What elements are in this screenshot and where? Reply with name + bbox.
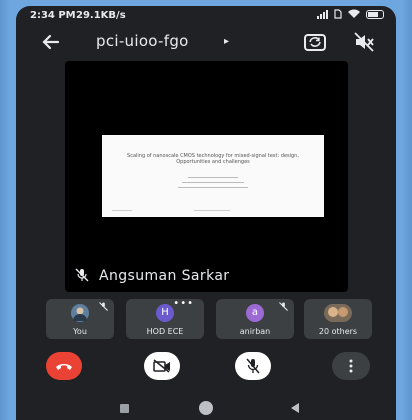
speaker-name: Angsuman Sarkar	[99, 268, 230, 284]
more-vert-icon	[349, 359, 353, 373]
mic-off-icon	[75, 268, 89, 282]
meeting-details-caret-icon[interactable]: ▸	[224, 36, 229, 47]
mic-toggle-button[interactable]	[235, 352, 271, 380]
status-time: 2:34 PM	[30, 10, 76, 21]
participant-tile-anirban[interactable]: a anirban	[216, 299, 294, 339]
mic-off-icon	[99, 302, 108, 311]
system-nav-bar	[16, 396, 396, 420]
back-arrow-icon[interactable]	[38, 30, 62, 54]
participant-name: HOD ECE	[146, 327, 184, 336]
group-photo-icon	[328, 307, 348, 317]
more-options-button[interactable]	[332, 352, 370, 380]
switch-camera-icon[interactable]	[302, 30, 328, 54]
end-call-button[interactable]	[46, 352, 82, 380]
camera-off-icon	[153, 359, 170, 373]
more-options-icon[interactable]: •••	[173, 298, 194, 309]
participant-strip: You H ••• HOD ECE a anirban 20 others	[46, 298, 372, 339]
camera-toggle-button[interactable]	[144, 352, 180, 380]
recent-apps-icon[interactable]	[120, 404, 129, 413]
mic-off-icon	[279, 302, 288, 311]
avatar: H	[156, 304, 174, 322]
slide-text-line	[182, 182, 244, 183]
mic-off-icon	[246, 358, 260, 374]
nav-back-icon[interactable]	[291, 403, 299, 413]
participant-name: 20 others	[318, 327, 358, 336]
user-photo-icon	[73, 307, 87, 321]
home-icon[interactable]	[199, 401, 213, 415]
signal-icon	[317, 9, 328, 19]
slide-footer-line	[194, 210, 230, 211]
participant-name: You	[73, 327, 87, 336]
status-icons	[317, 9, 384, 19]
network-speed: 29.1KB/s	[76, 10, 126, 21]
participant-name: anirban	[239, 327, 271, 336]
slide-text-line	[178, 187, 248, 188]
status-bar: 2:34 PM 29.1KB/s	[16, 6, 396, 26]
participant-tile-you[interactable]: You	[46, 299, 114, 339]
call-controls	[16, 352, 396, 382]
group-avatar	[324, 304, 352, 322]
speaker-off-icon[interactable]	[352, 30, 376, 54]
battery-icon	[366, 9, 384, 19]
phone-hangup-icon	[56, 364, 72, 370]
speaker-label: Angsuman Sarkar	[75, 268, 229, 284]
meeting-code[interactable]: pci-uioo-fgo	[96, 32, 189, 50]
wifi-icon	[348, 9, 360, 18]
sim-icon	[334, 9, 342, 19]
phone-screen: 2:34 PM 29.1KB/s pci-uioo-fgo ▸ Scaling …	[16, 6, 396, 420]
slide-footer-line	[112, 210, 132, 211]
avatar: a	[246, 304, 264, 322]
participant-tile-others[interactable]: 20 others	[304, 299, 372, 339]
meeting-top-bar: pci-uioo-fgo ▸	[16, 26, 396, 58]
presentation-stage[interactable]: Scaling of nanoscale CMOS technology for…	[65, 61, 348, 292]
avatar	[71, 304, 89, 322]
slide-text-line	[188, 177, 238, 178]
shared-slide: Scaling of nanoscale CMOS technology for…	[102, 135, 324, 217]
participant-tile-hod-ece[interactable]: H ••• HOD ECE	[126, 298, 204, 339]
slide-title: Scaling of nanoscale CMOS technology for…	[127, 153, 299, 165]
